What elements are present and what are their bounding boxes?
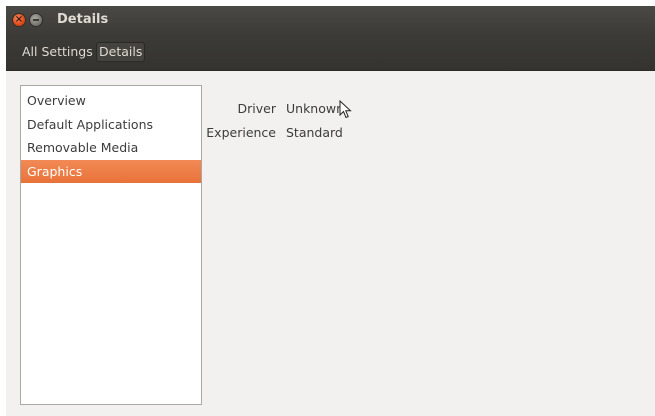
experience-value: Standard: [286, 125, 343, 140]
mouse-pointer-icon: [339, 100, 352, 119]
driver-value: Unknown: [286, 101, 345, 116]
window-title: Details: [57, 12, 109, 27]
close-icon: ×: [14, 14, 24, 25]
sidebar-item-graphics[interactable]: Graphics: [21, 159, 201, 183]
minimize-window-button[interactable]: [29, 13, 43, 27]
details-window: × Details All Settings Details Overview …: [6, 6, 655, 416]
details-breadcrumb-button[interactable]: Details: [96, 42, 146, 62]
all-settings-button[interactable]: All Settings: [20, 42, 95, 62]
close-window-button[interactable]: ×: [12, 13, 26, 27]
navigation-toolbar: All Settings Details: [6, 34, 655, 71]
details-content: Overview Default Applications Removable …: [6, 71, 655, 416]
experience-label: Experience: [206, 125, 276, 140]
title-bar: × Details: [6, 6, 655, 34]
driver-label: Driver: [237, 101, 276, 116]
